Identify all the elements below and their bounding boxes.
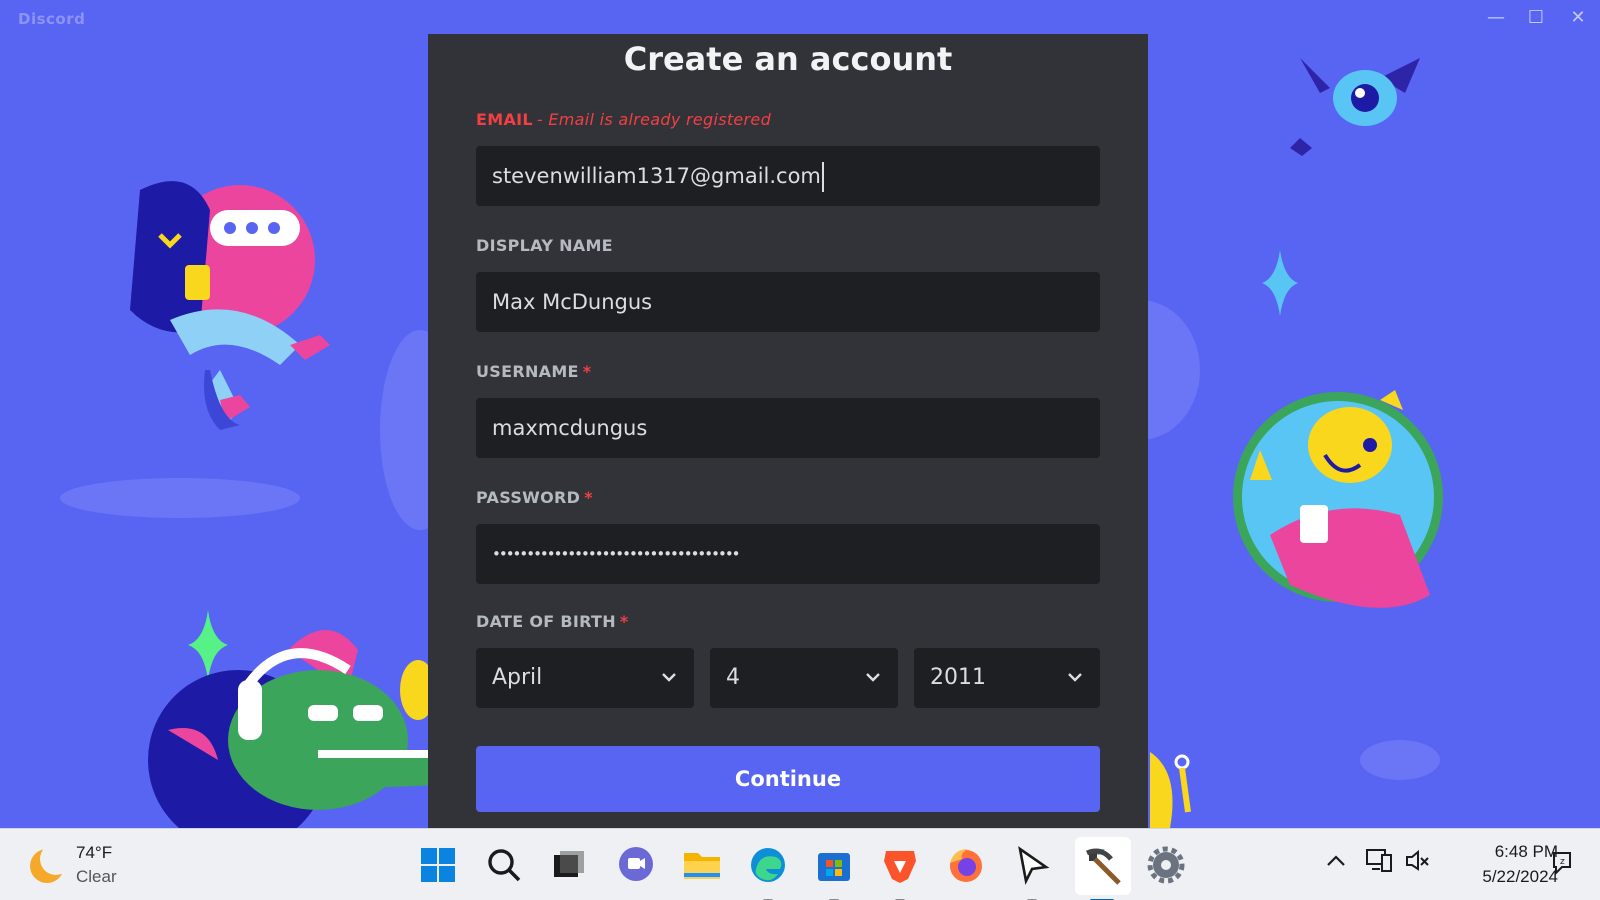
edge-browser-icon[interactable] xyxy=(746,843,790,887)
clock-time: 6:48 PM xyxy=(1494,842,1558,861)
minimize-button[interactable]: — xyxy=(1478,6,1514,30)
required-asterisk: * xyxy=(619,612,629,631)
firefox-icon[interactable] xyxy=(944,843,988,887)
email-value: stevenwilliam1317@gmail.com xyxy=(492,164,821,188)
windows-start-icon[interactable] xyxy=(416,843,460,887)
file-explorer-icon[interactable] xyxy=(680,843,724,887)
illustration-bat-creature xyxy=(1290,58,1420,156)
chevron-down-icon xyxy=(662,673,676,682)
text-caret xyxy=(821,162,824,192)
continue-button[interactable]: Continue xyxy=(476,746,1100,812)
month-select[interactable]: April xyxy=(476,648,694,708)
weather-temperature: 74°F xyxy=(76,843,113,862)
chevron-up-icon[interactable] xyxy=(1324,849,1348,873)
required-asterisk: * xyxy=(584,488,593,507)
volume-muted-icon[interactable] xyxy=(1404,847,1432,875)
chevron-down-icon xyxy=(866,673,880,682)
title-bar: Discord — ☐ ✕ xyxy=(0,0,1600,36)
username-label: USERNAME * xyxy=(476,362,591,381)
username-label-text: USERNAME xyxy=(476,362,579,381)
password-value: •••••••••••••••••••••••••••••••••••• xyxy=(492,545,741,563)
svg-text:z: z xyxy=(1560,857,1565,867)
display-name-field[interactable]: Max McDungus xyxy=(476,272,1100,332)
weather-widget[interactable]: 74°F Clear xyxy=(28,843,188,891)
clock-date: 5/22/2024 xyxy=(1482,867,1558,886)
microsoft-store-icon[interactable] xyxy=(812,843,856,887)
close-button[interactable]: ✕ xyxy=(1560,6,1596,30)
month-value: April xyxy=(492,665,543,690)
maximize-button[interactable]: ☐ xyxy=(1518,6,1554,30)
illustration-person-on-phone xyxy=(130,181,330,430)
illustration-waving-creature xyxy=(1233,390,1443,608)
display-name-label-text: DISPLAY NAME xyxy=(476,236,613,255)
illustration-snail-horn xyxy=(1150,752,1191,828)
weather-condition: Clear xyxy=(76,867,117,886)
modal-title: Create an account xyxy=(623,40,953,78)
brave-browser-icon[interactable] xyxy=(878,843,922,887)
year-value: 2011 xyxy=(930,665,986,690)
required-asterisk: * xyxy=(582,362,592,381)
moon-icon xyxy=(30,843,72,883)
password-label-text: PASSWORD xyxy=(476,488,581,507)
settings-gear-icon[interactable] xyxy=(1144,843,1188,887)
username-field[interactable]: maxmcdungus xyxy=(476,398,1100,458)
background-cloud xyxy=(60,478,300,518)
date-of-birth-label: DATE OF BIRTH * xyxy=(476,612,629,631)
display-name-value: Max McDungus xyxy=(492,290,653,314)
task-view-icon[interactable] xyxy=(546,843,590,887)
cursor-app-icon[interactable] xyxy=(1010,843,1054,887)
create-account-modal: Create an account EMAIL - Email is alread… xyxy=(428,34,1148,828)
password-field[interactable]: •••••••••••••••••••••••••••••••••••• xyxy=(476,524,1100,584)
taskbar: 74°F Clear 6:48 PM 5/22/2024 z xyxy=(0,828,1600,900)
background-cloud xyxy=(1360,740,1440,780)
discord-window: Discord — ☐ ✕ Create an account EMAIL - … xyxy=(0,0,1600,828)
username-value: maxmcdungus xyxy=(492,416,648,440)
notification-icon[interactable]: z xyxy=(1548,849,1576,877)
display-name-label: DISPLAY NAME xyxy=(476,236,613,255)
teams-chat-icon[interactable] xyxy=(614,843,658,887)
search-icon[interactable] xyxy=(482,843,526,887)
date-of-birth-label-text: DATE OF BIRTH xyxy=(476,612,616,631)
day-value: 4 xyxy=(726,665,740,690)
email-error-message: - Email is already registered xyxy=(536,110,772,129)
illustration-headphone-creature xyxy=(148,610,438,828)
email-label-text: EMAIL xyxy=(476,110,533,129)
display-network-icon[interactable] xyxy=(1364,845,1394,875)
system-clock[interactable]: 6:48 PM 5/22/2024 xyxy=(1440,839,1558,889)
chevron-down-icon xyxy=(1068,673,1082,682)
day-select[interactable]: 4 xyxy=(710,648,898,708)
email-field[interactable]: stevenwilliam1317@gmail.com xyxy=(476,146,1100,206)
password-label: PASSWORD * xyxy=(476,488,593,507)
sparkle-decoration xyxy=(1262,250,1298,316)
app-name: Discord xyxy=(18,10,86,28)
year-select[interactable]: 2011 xyxy=(914,648,1100,708)
minecraft-icon[interactable] xyxy=(1081,843,1125,887)
email-label: EMAIL - Email is already registered xyxy=(476,110,771,129)
